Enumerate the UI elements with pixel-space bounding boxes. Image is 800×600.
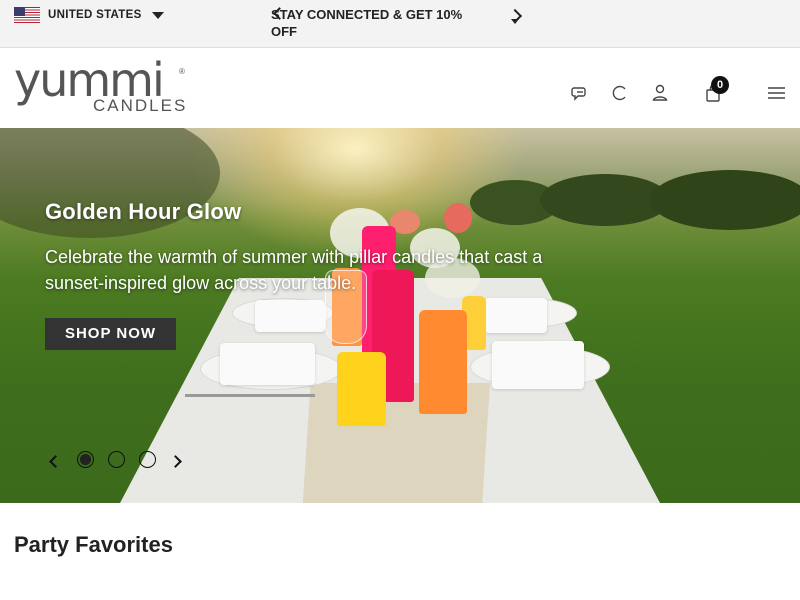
- napkin: [485, 298, 547, 333]
- carousel-dot-1[interactable]: [77, 451, 94, 468]
- shop-now-button[interactable]: SHOP NOW: [45, 318, 176, 350]
- logo-subtitle: CANDLES: [93, 96, 188, 115]
- logo[interactable]: yummi ® CANDLES: [14, 57, 189, 118]
- hero-description: Celebrate the warmth of summer with pill…: [45, 247, 543, 293]
- napkin: [255, 300, 325, 332]
- menu-icon[interactable]: [766, 83, 786, 103]
- cutlery: [185, 394, 315, 397]
- announcement-bar: UNITED STATES STAY CONNECTED & GET 10% O…: [0, 0, 800, 48]
- candle: [337, 352, 386, 426]
- country-selector[interactable]: UNITED STATES: [14, 6, 164, 24]
- flower: [444, 203, 472, 233]
- us-flag-icon: [14, 7, 40, 23]
- candle: [419, 310, 467, 414]
- carousel-dot-2[interactable]: [108, 451, 125, 468]
- announcement-caret-icon: [511, 19, 519, 24]
- user-icon[interactable]: [650, 83, 670, 103]
- announcement-text[interactable]: STAY CONNECTED & GET 10% OFF: [271, 6, 481, 40]
- refresh-icon[interactable]: [610, 83, 630, 103]
- site-header: yummi ® CANDLES 0: [0, 48, 800, 128]
- napkin: [220, 343, 315, 385]
- carousel-dot-3[interactable]: [139, 451, 156, 468]
- cart-count-badge: 0: [711, 76, 729, 94]
- logo-registered-mark: ®: [179, 67, 185, 76]
- hero-title: Golden Hour Glow: [45, 199, 242, 224]
- caret-down-icon: [151, 11, 164, 19]
- hero-banner[interactable]: Golden Hour Glow Celebrate the warmth of…: [0, 128, 800, 503]
- chat-icon[interactable]: [570, 83, 590, 103]
- carousel-prev-icon[interactable]: [49, 455, 62, 468]
- country-label: UNITED STATES: [48, 9, 142, 21]
- napkin: [492, 341, 584, 389]
- tree: [650, 170, 800, 230]
- section-title: Party Favorites: [14, 532, 173, 557]
